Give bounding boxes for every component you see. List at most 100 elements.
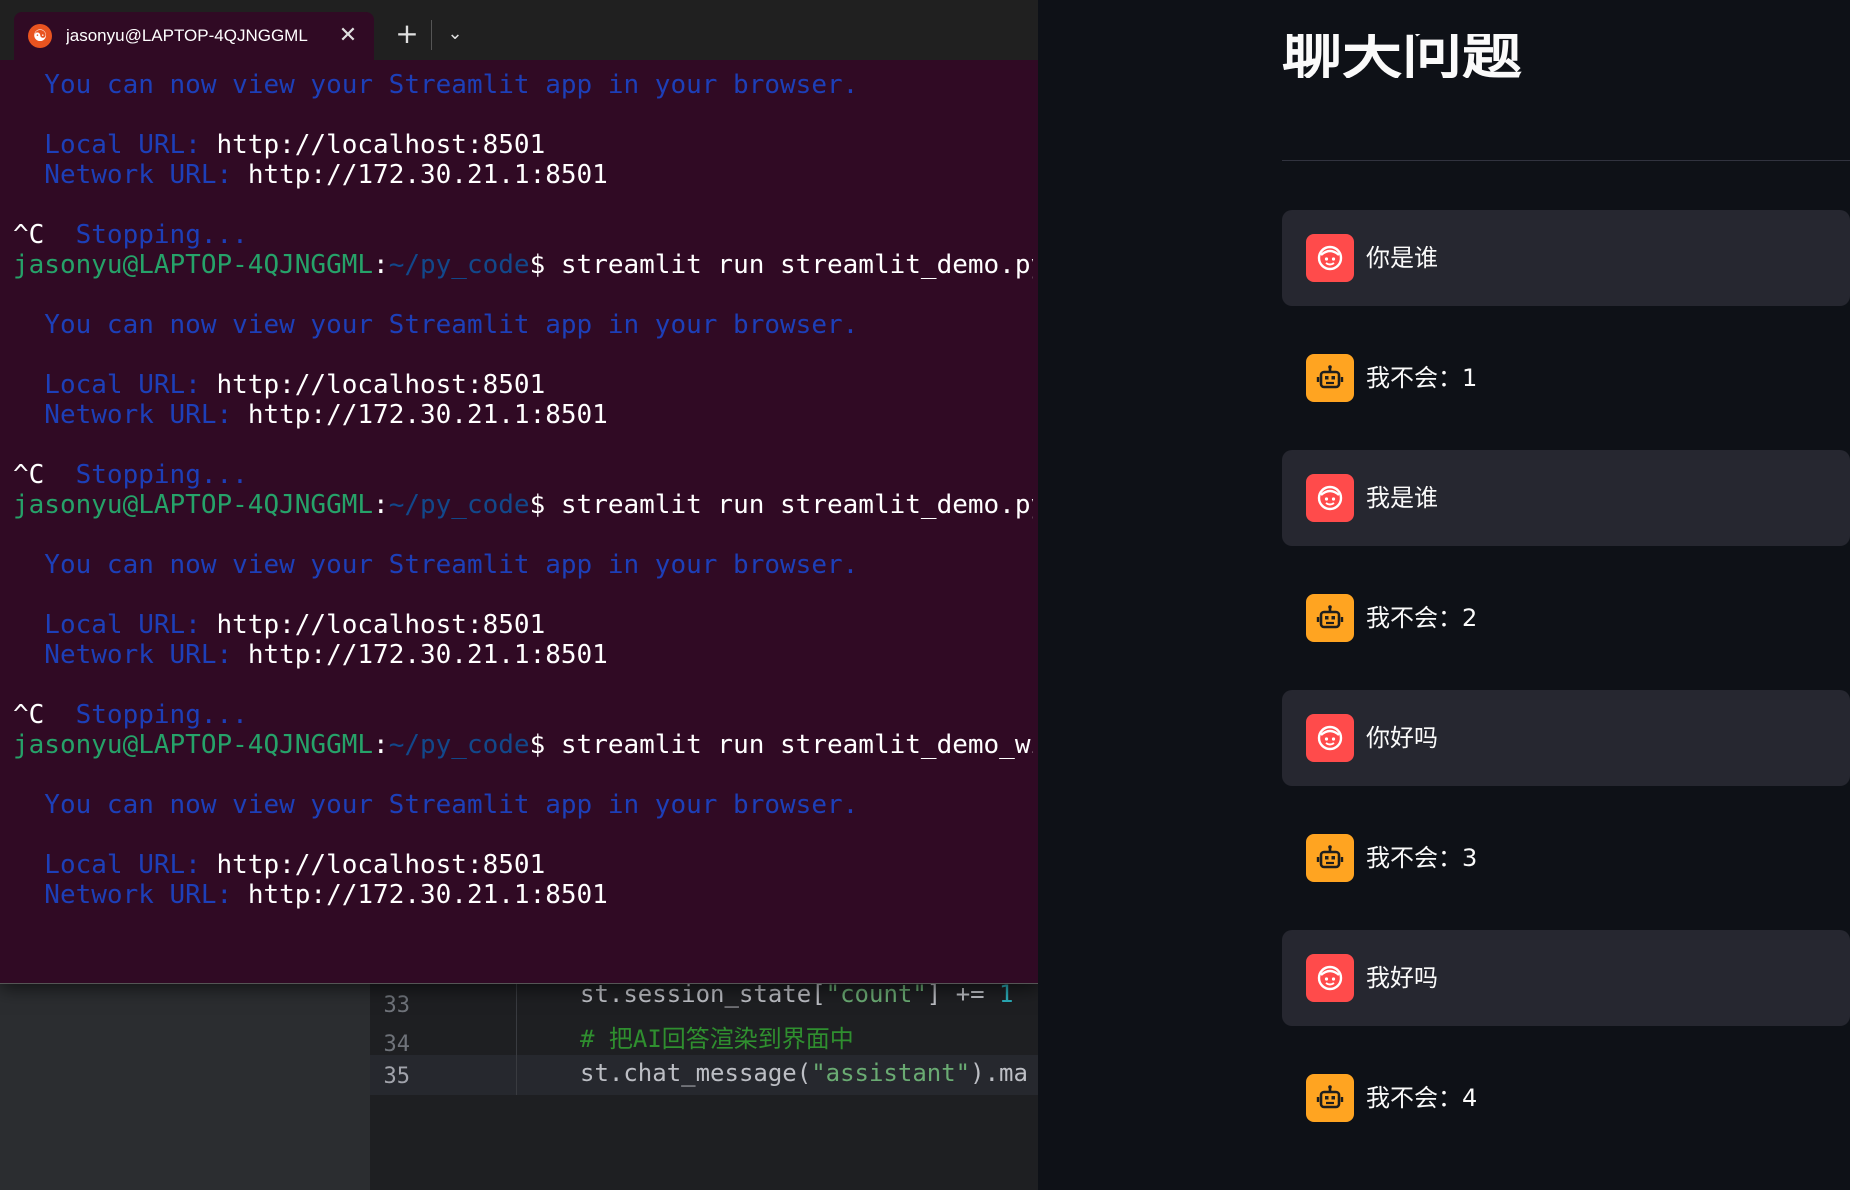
line-number: 33 (383, 993, 411, 1018)
terminal-line: jasonyu@LAPTOP-4QJNGGML:~/py_code$ strea… (13, 730, 1033, 760)
terminal-line: Network URL: http://172.30.21.1:8501 (13, 640, 1033, 670)
terminal-line: jasonyu@LAPTOP-4QJNGGML:~/py_code$ strea… (13, 490, 1033, 520)
tab-title: jasonyu@LAPTOP-4QJNGGML (66, 26, 308, 45)
terminal-line: Network URL: http://172.30.21.1:8501 (13, 160, 1033, 190)
url-label: Network URL: (13, 640, 248, 670)
robot-avatar-icon (1306, 594, 1354, 642)
message-text: 你好吗 (1366, 724, 1438, 752)
message-text: 你是谁 (1366, 244, 1438, 272)
line-number: 35 (383, 1064, 411, 1089)
streamlit-chat-app: 聊天问题 你是谁我不会：1 我是谁我不会：2 你好吗我不会：3 我好吗我不会：4 (1038, 0, 1850, 1190)
user-chat-message: 你好吗 (1282, 690, 1850, 786)
message-text: 我不会：2 (1366, 604, 1478, 632)
interrupt-marker: ^C (13, 460, 45, 490)
user-chat-message: 我是谁 (1282, 450, 1850, 546)
info-text: You can now view your Streamlit app in y… (13, 310, 859, 340)
prompt-user: jasonyu@LAPTOP-4QJNGGML (13, 250, 374, 280)
prompt-colon: : (373, 490, 389, 520)
code-line-34[interactable]: # 把AI回答渲染到界面中 (580, 1019, 854, 1054)
terminal-line: ^C Stopping... (13, 460, 1033, 490)
assistant-chat-message: 我不会：1 (1282, 330, 1850, 426)
terminal-line: You can now view your Streamlit app in y… (13, 310, 1033, 340)
robot-avatar-icon (1306, 354, 1354, 402)
ubuntu-icon: ☯ (28, 24, 52, 48)
url-label: Local URL: (13, 130, 217, 160)
assistant-chat-message: 我不会：2 (1282, 570, 1850, 666)
terminal-line: Local URL: http://localhost:8501 (13, 610, 1033, 640)
terminal-line: You can now view your Streamlit app in y… (13, 790, 1033, 820)
url-value: http://172.30.21.1:8501 (247, 640, 608, 670)
prompt-command: $ streamlit run streamlit_demo.py (529, 250, 1033, 280)
terminal-line: ^C Stopping... (13, 220, 1033, 250)
prompt-command: $ streamlit run streamlit_demo_with_ (529, 730, 1033, 760)
terminal-line: You can now view your Streamlit app in y… (13, 550, 1033, 580)
robot-avatar-icon (1306, 1074, 1354, 1122)
page-title-text: 聊天问题 (1282, 34, 1522, 78)
url-label: Network URL: (13, 880, 248, 910)
tab-separator (431, 20, 432, 50)
string-token: "count" (825, 980, 927, 1008)
terminal-window[interactable]: ☯ jasonyu@LAPTOP-4QJNGGML ✕ + ⌄ You can … (0, 0, 1039, 984)
url-value: http://localhost:8501 (216, 370, 546, 400)
url-label: Local URL: (13, 610, 217, 640)
prompt-user: jasonyu@LAPTOP-4QJNGGML (13, 730, 374, 760)
new-tab-button[interactable]: + (390, 16, 424, 52)
prompt-path: ~/py_code (388, 490, 530, 520)
info-text: You can now view your Streamlit app in y… (13, 70, 859, 100)
url-value: http://172.30.21.1:8501 (247, 880, 608, 910)
interrupt-marker: ^C (13, 220, 45, 250)
terminal-line: Network URL: http://172.30.21.1:8501 (13, 400, 1033, 430)
interrupt-marker: ^C (13, 700, 45, 730)
page-title: 聊天问题 (1282, 34, 1602, 78)
robot-avatar-icon (1306, 834, 1354, 882)
assistant-chat-message: 我不会：3 (1282, 810, 1850, 906)
info-text: You can now view your Streamlit app in y… (13, 790, 859, 820)
terminal-tab[interactable]: ☯ jasonyu@LAPTOP-4QJNGGML ✕ (14, 12, 374, 60)
url-label: Network URL: (13, 400, 248, 430)
code-line-35[interactable]: st.chat_message("assistant").ma (580, 1059, 1028, 1087)
code-token: ] += (926, 980, 1000, 1008)
string-token: "assistant" (811, 1059, 971, 1087)
terminal-line: Local URL: http://localhost:8501 (13, 850, 1033, 880)
stopping-text: Stopping... (44, 700, 248, 730)
indent-guide (516, 970, 517, 1095)
prompt-colon: : (373, 730, 389, 760)
terminal-output[interactable]: You can now view your Streamlit app in y… (13, 70, 1033, 910)
terminal-line: You can now view your Streamlit app in y… (13, 70, 1033, 100)
url-label: Local URL: (13, 850, 217, 880)
line-number: 34 (383, 1032, 411, 1057)
close-tab-icon[interactable]: ✕ (334, 22, 362, 50)
message-text: 我不会：4 (1366, 1084, 1478, 1112)
code-token: st.chat_message( (580, 1059, 812, 1087)
message-text: 我是谁 (1366, 484, 1438, 512)
url-value: http://localhost:8501 (216, 610, 546, 640)
number-token: 1 (999, 980, 1014, 1008)
divider (1282, 160, 1850, 161)
message-text: 我不会：3 (1366, 844, 1478, 872)
terminal-line: Local URL: http://localhost:8501 (13, 130, 1033, 160)
code-line-33[interactable]: st.session_state["count"] += 1 (580, 980, 1014, 1008)
user-chat-message: 我好吗 (1282, 930, 1850, 1026)
url-label: Local URL: (13, 370, 217, 400)
user-avatar-icon (1306, 474, 1354, 522)
prompt-path: ~/py_code (388, 250, 530, 280)
chevron-down-icon[interactable]: ⌄ (438, 16, 472, 52)
user-avatar-icon (1306, 714, 1354, 762)
code-token: ).ma (970, 1059, 1028, 1087)
stopping-text: Stopping... (44, 460, 248, 490)
info-text: You can now view your Streamlit app in y… (13, 550, 859, 580)
url-label: Network URL: (13, 160, 248, 190)
message-text: 我好吗 (1366, 964, 1438, 992)
url-value: http://172.30.21.1:8501 (247, 400, 608, 430)
code-token: st.session_state[ (580, 980, 826, 1008)
